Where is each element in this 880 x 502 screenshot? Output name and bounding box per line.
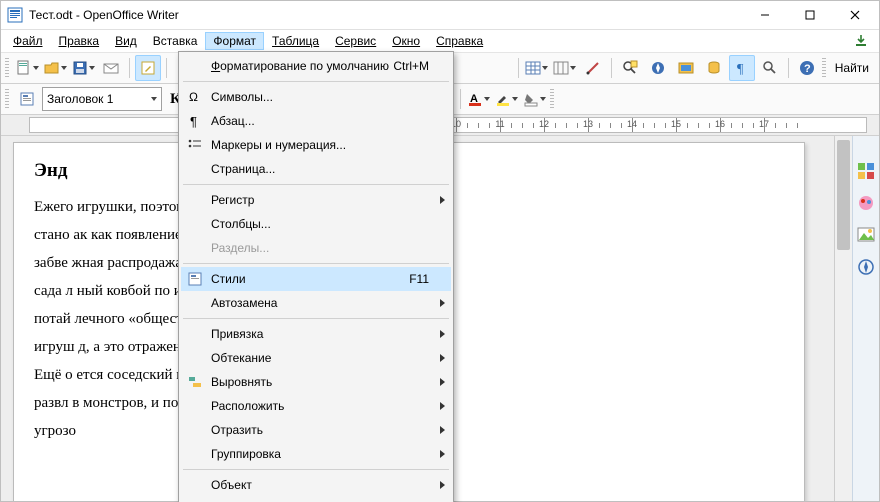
menu-arrange[interactable]: Расположить [181, 394, 451, 418]
menu-table[interactable]: Таблица [264, 32, 327, 50]
menu-styles[interactable]: Стили F11 [181, 267, 451, 291]
menu-frame: Врезка/Объект... [181, 497, 451, 502]
submenu-arrow-icon [440, 330, 445, 338]
submenu-arrow-icon [440, 299, 445, 307]
menubar: Файл Правка Вид Вставка Формат Таблица С… [1, 30, 879, 53]
gallery-button[interactable] [673, 55, 699, 81]
menu-flip[interactable]: Отразить [181, 418, 451, 442]
font-color-button[interactable]: A [466, 86, 492, 112]
menu-paragraph[interactable]: ¶ Абзац... [181, 109, 451, 133]
bullets-icon [187, 137, 203, 153]
format-menu-dropdown: Форматирование по умолчанию Ctrl+M Ω Сим… [178, 51, 454, 502]
datasources-button[interactable] [701, 55, 727, 81]
menu-group[interactable]: Группировка [181, 442, 451, 466]
svg-text:¶: ¶ [737, 62, 744, 76]
open-button[interactable] [42, 55, 68, 81]
submenu-arrow-icon [440, 354, 445, 362]
maximize-button[interactable] [787, 1, 832, 29]
new-button[interactable] [14, 55, 40, 81]
menu-window[interactable]: Окно [384, 32, 428, 50]
styles-dialog-button[interactable] [14, 86, 40, 112]
menu-case[interactable]: Регистр [181, 188, 451, 212]
svg-text:?: ? [804, 63, 811, 75]
scrollbar-thumb[interactable] [837, 140, 850, 250]
background-color-button[interactable] [522, 86, 548, 112]
nonprinting-button[interactable]: ¶ [729, 55, 755, 81]
help-button[interactable]: ? [794, 55, 820, 81]
save-button[interactable] [70, 55, 96, 81]
menu-file[interactable]: Файл [5, 32, 51, 50]
edit-mode-button[interactable] [135, 55, 161, 81]
menu-columns[interactable]: Столбцы... [181, 212, 451, 236]
svg-text:¶: ¶ [190, 114, 197, 129]
app-window: Тест.odt - OpenOffice Writer Файл Правка… [0, 0, 880, 502]
menu-anchor[interactable]: Привязка [181, 322, 451, 346]
submenu-arrow-icon [440, 450, 445, 458]
toolbar2-overflow[interactable] [550, 89, 554, 109]
menu-object[interactable]: Объект [181, 473, 451, 497]
symbols-icon: Ω [187, 89, 203, 105]
svg-text:Ω: Ω [189, 90, 198, 104]
menu-default-formatting[interactable]: Форматирование по умолчанию Ctrl+M [181, 54, 451, 78]
menu-wrap[interactable]: Обтекание [181, 346, 451, 370]
titlebar: Тест.odt - OpenOffice Writer [1, 1, 879, 30]
menu-align[interactable]: Выровнять [181, 370, 451, 394]
navigator-button[interactable] [645, 55, 671, 81]
toolbar-handle-2[interactable] [822, 58, 826, 78]
email-button[interactable] [98, 55, 124, 81]
sidebar-properties-icon[interactable] [857, 162, 875, 180]
submenu-arrow-icon [440, 481, 445, 489]
menu-edit[interactable]: Правка [51, 32, 108, 50]
paragraph-style-value: Заголовок 1 [47, 92, 151, 106]
download-icon[interactable] [853, 33, 869, 49]
sidebar-navigator-icon[interactable] [857, 258, 875, 276]
submenu-arrow-icon [440, 426, 445, 434]
toolbar-handle[interactable] [5, 58, 9, 78]
menu-format[interactable]: Формат [205, 32, 264, 50]
paragraph-icon: ¶ [187, 113, 203, 129]
sidebar-image-icon[interactable] [857, 226, 875, 244]
menu-autocorrect[interactable]: Автозамена [181, 291, 451, 315]
menu-view[interactable]: Вид [107, 32, 145, 50]
submenu-arrow-icon [440, 402, 445, 410]
vertical-scrollbar[interactable] [834, 136, 852, 501]
sidebar-gallery-icon[interactable] [857, 194, 875, 212]
submenu-arrow-icon [440, 196, 445, 204]
find-label[interactable]: Найти [835, 61, 869, 75]
align-icon [187, 374, 203, 390]
window-controls [742, 1, 877, 29]
paragraph-style-combo[interactable]: Заголовок 1 [42, 87, 162, 111]
styles-icon [187, 271, 203, 287]
table-insert-button[interactable] [524, 55, 550, 81]
menu-bullets[interactable]: Маркеры и нумерация... [181, 133, 451, 157]
toolbar2-handle[interactable] [5, 89, 9, 109]
zoom-button[interactable] [757, 55, 783, 81]
menu-tools[interactable]: Сервис [327, 32, 384, 50]
highlight-button[interactable] [494, 86, 520, 112]
minimize-button[interactable] [742, 1, 787, 29]
menu-insert[interactable]: Вставка [145, 32, 206, 50]
submenu-arrow-icon [440, 378, 445, 386]
app-icon [7, 7, 23, 23]
menu-help[interactable]: Справка [428, 32, 491, 50]
close-button[interactable] [832, 1, 877, 29]
window-title: Тест.odt - OpenOffice Writer [29, 8, 742, 22]
sidebar-panel [852, 136, 879, 501]
find-replace-button[interactable] [617, 55, 643, 81]
columns-grid-button[interactable] [552, 55, 578, 81]
menu-sections: Разделы... [181, 236, 451, 260]
menu-page[interactable]: Страница... [181, 157, 451, 181]
drawing-button[interactable] [580, 55, 606, 81]
menu-symbols[interactable]: Ω Символы... [181, 85, 451, 109]
